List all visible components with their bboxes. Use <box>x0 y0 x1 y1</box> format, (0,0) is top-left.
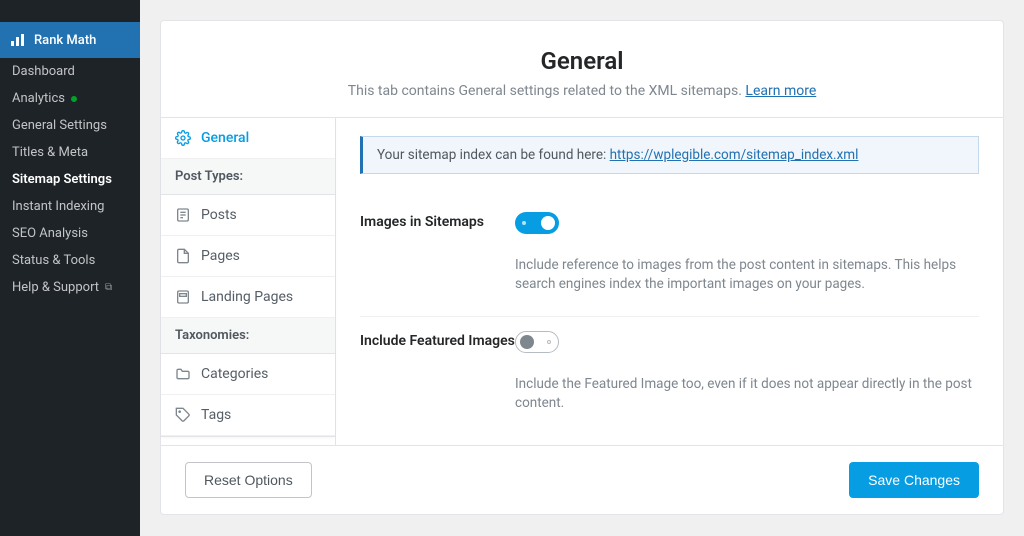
setting-description: Include reference to images from the pos… <box>515 256 979 294</box>
sidebar-item-general-settings[interactable]: General Settings <box>0 112 140 139</box>
sitemap-url-link[interactable]: https://wplegible.com/sitemap_index.xml <box>610 147 859 163</box>
toggle-images-in-sitemaps[interactable] <box>515 212 559 234</box>
nav-heading-post-types: Post Types: <box>161 159 335 195</box>
nav-label: Pages <box>201 248 240 264</box>
gear-icon <box>175 130 191 146</box>
settings-content: Your sitemap index can be found here: ht… <box>336 118 1003 445</box>
sidebar-item-rank-math[interactable]: Rank Math <box>0 22 140 58</box>
save-changes-button[interactable]: Save Changes <box>849 462 979 498</box>
nav-label: Categories <box>201 366 268 382</box>
panel-body: General Post Types: Posts Pages Landing … <box>161 117 1003 445</box>
sidebar-item-analytics[interactable]: Analytics <box>0 85 140 112</box>
sidebar-item-seo-analysis[interactable]: SEO Analysis <box>0 220 140 247</box>
sidebar-plugin-label: Rank Math <box>34 33 96 48</box>
nav-label: Posts <box>201 207 237 223</box>
status-dot-icon <box>71 96 77 102</box>
notice-prefix: Your sitemap index can be found here: <box>377 147 610 163</box>
panel-footer: Reset Options Save Changes <box>161 445 1003 514</box>
panel-header: General This tab contains General settin… <box>161 21 1003 117</box>
sidebar-item-sitemap-settings[interactable]: Sitemap Settings <box>0 166 140 193</box>
nav-posts[interactable]: Posts <box>161 195 335 236</box>
setting-include-featured-images: Include Featured Images Include the Feat… <box>360 317 979 435</box>
sidebar-item-status-tools[interactable]: Status & Tools <box>0 247 140 274</box>
external-link-icon: ⧉ <box>105 282 112 293</box>
tag-icon <box>175 407 191 423</box>
post-icon <box>175 207 191 223</box>
nav-landing-pages[interactable]: Landing Pages <box>161 277 335 318</box>
setting-label: Include Featured Images <box>360 331 515 413</box>
settings-panel: General This tab contains General settin… <box>160 20 1004 515</box>
nav-label: General <box>201 130 249 146</box>
wp-admin-sidebar: Rank Math Dashboard Analytics General Se… <box>0 0 140 536</box>
nav-tags[interactable]: Tags <box>161 395 335 436</box>
nav-general[interactable]: General <box>161 118 335 159</box>
setting-images-in-sitemaps: Images in Sitemaps Include reference to … <box>360 198 979 317</box>
sidebar-item-instant-indexing[interactable]: Instant Indexing <box>0 193 140 220</box>
learn-more-link[interactable]: Learn more <box>745 83 816 99</box>
page-title: General <box>181 47 983 75</box>
setting-label: Images in Sitemaps <box>360 212 515 294</box>
page-subtitle: This tab contains General settings relat… <box>181 83 983 99</box>
nav-pages[interactable]: Pages <box>161 236 335 277</box>
landing-icon <box>175 289 191 305</box>
nav-categories[interactable]: Categories <box>161 354 335 395</box>
main-content: General This tab contains General settin… <box>140 0 1024 536</box>
reset-options-button[interactable]: Reset Options <box>185 462 312 498</box>
page-icon <box>175 248 191 264</box>
settings-nav: General Post Types: Posts Pages Landing … <box>161 118 336 445</box>
nav-label: Tags <box>201 407 231 423</box>
nav-label: Landing Pages <box>201 289 293 305</box>
sitemap-notice: Your sitemap index can be found here: ht… <box>360 136 979 174</box>
sidebar-item-titles-meta[interactable]: Titles & Meta <box>0 139 140 166</box>
sidebar-item-help-support[interactable]: Help & Support ⧉ <box>0 274 140 301</box>
setting-description: Include the Featured Image too, even if … <box>515 375 979 413</box>
nav-heading-taxonomies: Taxonomies: <box>161 318 335 354</box>
toggle-include-featured-images[interactable] <box>515 331 559 353</box>
sidebar-item-dashboard[interactable]: Dashboard <box>0 58 140 85</box>
rank-math-icon <box>10 32 26 48</box>
folder-icon <box>175 366 191 382</box>
